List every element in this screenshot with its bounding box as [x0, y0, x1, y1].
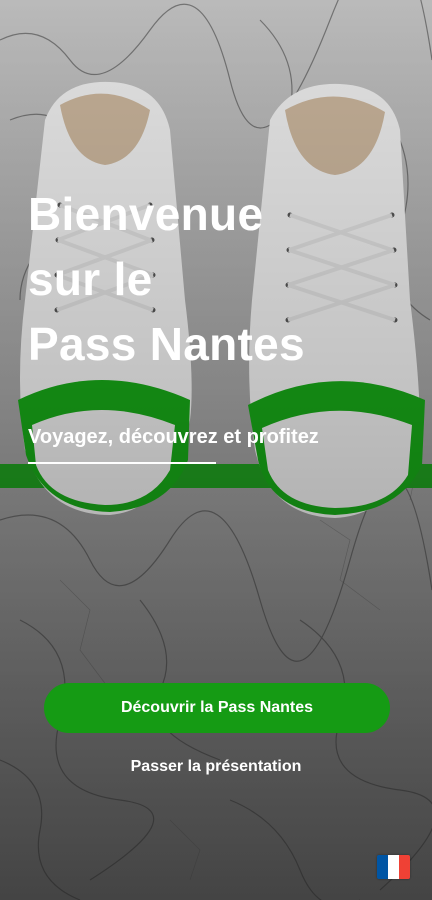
welcome-title: Bienvenue sur le Pass Nantes: [28, 182, 305, 377]
flag-france-graphic: [377, 855, 410, 879]
welcome-title-line: sur le: [28, 253, 153, 305]
welcome-title-line: Pass Nantes: [28, 318, 305, 370]
welcome-title-line: Bienvenue: [28, 188, 264, 240]
welcome-screen: Bienvenue sur le Pass Nantes Voyagez, dé…: [0, 0, 432, 900]
subtitle-underline: [28, 462, 216, 464]
discover-pass-button[interactable]: Découvrir la Pass Nantes: [44, 683, 390, 733]
skip-presentation-link[interactable]: Passer la présentation: [0, 758, 432, 776]
welcome-subtitle: Voyagez, découvrez et profitez: [28, 426, 319, 448]
flag-france-icon[interactable]: [377, 855, 410, 879]
